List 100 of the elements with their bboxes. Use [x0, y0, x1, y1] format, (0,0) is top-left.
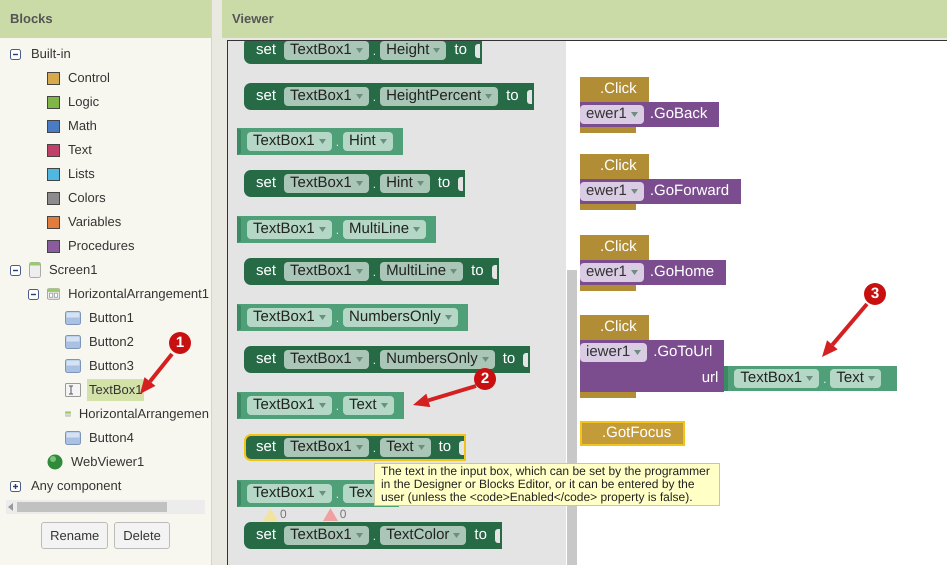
component-dropdown[interactable]: TextBox1: [284, 262, 369, 281]
tree-item[interactable]: Variables: [66, 211, 124, 233]
property-dropdown[interactable]: Hint: [380, 174, 430, 193]
tree-item[interactable]: Logic: [66, 91, 102, 113]
separator-label: .: [336, 398, 340, 414]
component-dropdown[interactable]: TextBox1: [284, 174, 369, 193]
separator-label: .: [372, 528, 376, 544]
call-block[interactable]: ewer1 .GoForward: [580, 179, 742, 204]
setter-block[interactable]: set TextBox1 . MultiLine to: [244, 258, 499, 285]
tree-item[interactable]: Procedures: [66, 235, 136, 257]
tree-item[interactable]: Built-in: [29, 43, 73, 65]
tree-item[interactable]: Math: [66, 115, 99, 137]
component-dropdown[interactable]: TextBox1: [284, 350, 369, 369]
component-dropdown[interactable]: TextBox1: [284, 526, 369, 545]
component-dropdown[interactable]: ewer1: [580, 105, 644, 124]
call-block[interactable]: ewer1 .GoHome: [580, 260, 726, 285]
component-dropdown[interactable]: iewer1: [580, 343, 648, 362]
keyword-label: to: [453, 41, 468, 60]
setter-block[interactable]: set TextBox1 . TextColor to: [244, 522, 502, 549]
tree-item[interactable]: HorizontalArrangemen: [76, 403, 211, 425]
setter-block[interactable]: set TextBox1 . Height to: [244, 41, 482, 64]
event-name: .Click: [600, 237, 637, 258]
keyword-label: set: [255, 437, 278, 458]
separator-label: .: [372, 176, 376, 192]
tree-item[interactable]: Colors: [66, 187, 108, 209]
component-dropdown[interactable]: TextBox1: [247, 484, 332, 503]
property-dropdown[interactable]: MultiLine: [380, 262, 464, 281]
component-dropdown[interactable]: TextBox1: [247, 308, 332, 327]
component-dropdown[interactable]: TextBox1: [284, 438, 369, 457]
tree-item[interactable]: Button1: [87, 307, 136, 329]
panel-title: Blocks: [10, 10, 53, 28]
event-name: .GotFocus: [602, 423, 672, 444]
property-dropdown[interactable]: NumbersOnly: [380, 350, 495, 369]
tree-item[interactable]: Text: [66, 139, 94, 161]
call-block[interactable]: iewer1 .GoToUrl url: [580, 340, 724, 392]
keyword-label: to: [436, 173, 452, 194]
getter-block[interactable]: TextBox1 . Text: [237, 392, 404, 419]
property-dropdown[interactable]: Text: [830, 369, 881, 388]
setter-block[interactable]: set TextBox1 . HeightPercent to: [244, 83, 534, 110]
keyword-label: to: [505, 86, 520, 106]
tree-item[interactable]: Control: [66, 67, 112, 89]
component-dropdown[interactable]: TextBox1: [247, 132, 332, 151]
keyword-label: to: [502, 349, 516, 370]
keyword-label: to: [473, 525, 488, 546]
getter-block[interactable]: TextBox1 . MultiLine: [237, 216, 436, 243]
tree-item[interactable]: Screen1: [47, 259, 100, 281]
panel-title: Viewer: [232, 10, 274, 28]
property-dropdown[interactable]: NumbersOnly: [343, 308, 458, 327]
argument-label: url: [702, 368, 718, 388]
separator-label: .: [336, 222, 340, 238]
event-name: .Click: [600, 317, 637, 338]
component-dropdown[interactable]: TextBox1: [247, 396, 332, 415]
tree-item[interactable]: Lists: [66, 163, 97, 185]
panel-button[interactable]: Rename: [41, 522, 108, 549]
tree-item[interactable]: WebViewer1: [69, 451, 146, 473]
tree-item[interactable]: Any component: [29, 475, 124, 497]
warning-count: 0: [280, 508, 287, 521]
keyword-label: to: [470, 261, 485, 282]
method-name: .GoForward: [650, 181, 730, 202]
tree-item[interactable]: Button2: [87, 331, 136, 353]
method-name: .GoHome: [650, 262, 714, 282]
separator-label: .: [372, 440, 376, 456]
error-count: 0: [340, 508, 346, 521]
panel-button[interactable]: Delete: [114, 522, 170, 549]
component-dropdown[interactable]: TextBox1: [734, 369, 820, 388]
separator-label: .: [336, 134, 340, 150]
component-dropdown[interactable]: TextBox1: [247, 220, 332, 239]
keyword-label: set: [255, 86, 278, 106]
keyword-label: set: [255, 41, 278, 60]
property-dropdown[interactable]: TextColor: [380, 526, 466, 545]
separator-label: .: [336, 486, 340, 502]
component-dropdown[interactable]: ewer1: [580, 182, 644, 201]
separator-label: .: [372, 88, 376, 106]
component-dropdown[interactable]: ewer1: [580, 263, 644, 282]
setter-block[interactable]: set TextBox1 . Hint to: [244, 170, 466, 197]
component-dropdown[interactable]: TextBox1: [284, 87, 369, 106]
setter-block[interactable]: set TextBox1 . Text to: [244, 434, 466, 461]
property-dropdown[interactable]: HeightPercent: [380, 87, 498, 106]
tree-item[interactable]: Button4: [87, 427, 136, 449]
keyword-label: set: [255, 349, 278, 370]
tree-item[interactable]: Button3: [87, 355, 136, 377]
property-dropdown[interactable]: Text: [343, 396, 394, 415]
call-block[interactable]: ewer1 .GoBack: [580, 102, 720, 127]
property-dropdown[interactable]: MultiLine: [343, 220, 426, 239]
tree-item[interactable]: HorizontalArrangement1: [66, 283, 211, 305]
property-dropdown[interactable]: Height: [380, 41, 446, 60]
separator-label: .: [372, 42, 376, 60]
property-dropdown[interactable]: Hint: [343, 132, 393, 151]
event-name: .Click: [600, 156, 637, 176]
tree-item[interactable]: TextBox1: [87, 379, 144, 401]
getter-block[interactable]: TextBox1 . Text: [724, 366, 897, 391]
setter-block[interactable]: set TextBox1 . NumbersOnly to: [244, 346, 530, 373]
property-dropdown[interactable]: Text: [380, 438, 431, 457]
separator-label: .: [823, 370, 826, 388]
component-dropdown[interactable]: TextBox1: [284, 41, 369, 60]
tooltip: The text in the input box, which can be set by the programmer in the Designer or Blocks Editor, or it can be entered by the user (unless the <code>Enabled</code> property is false).: [374, 463, 720, 506]
separator-label: .: [336, 310, 340, 326]
getter-block[interactable]: TextBox1 . Hint: [237, 128, 403, 155]
separator-label: .: [372, 264, 376, 280]
getter-block[interactable]: TextBox1 . NumbersOnly: [237, 304, 468, 331]
